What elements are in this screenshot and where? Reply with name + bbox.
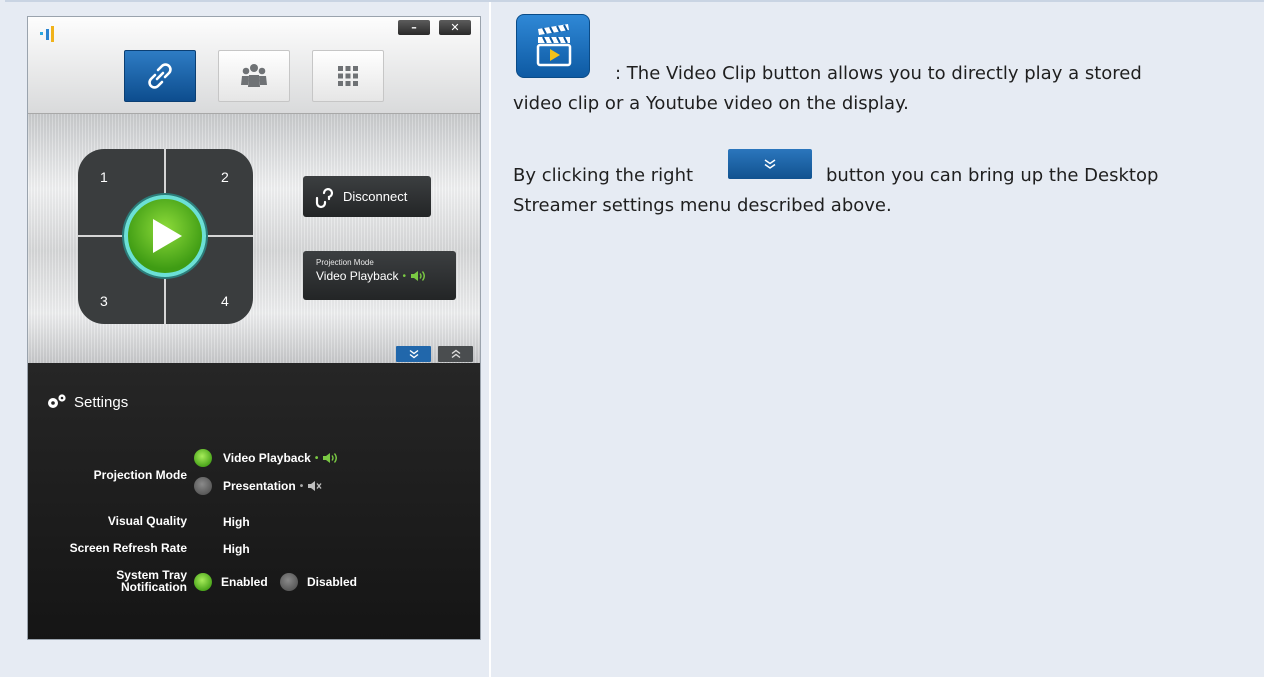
double-chevron-up-icon — [451, 349, 460, 359]
close-button[interactable]: ✕ — [439, 20, 471, 35]
tab-apps[interactable] — [312, 50, 384, 102]
option-presentation[interactable]: Presentation — [223, 479, 296, 493]
disconnect-button[interactable]: Disconnect — [303, 176, 431, 217]
option-disabled[interactable]: Disabled — [307, 575, 357, 589]
double-chevron-down-icon — [409, 349, 418, 359]
settings-header: Settings — [46, 393, 128, 411]
play-icon — [153, 219, 182, 253]
app-logo-icon — [40, 26, 54, 42]
paragraph-1-line-2: video clip or a Youtube video on the dis… — [513, 93, 909, 114]
title-bar: – ✕ — [28, 17, 480, 114]
projection-mode-title: Projection Mode — [316, 258, 374, 267]
paragraph-2-line-1a: By clicking the right — [513, 165, 694, 186]
projection-mode-indicator: Projection Mode Video Playback • — [303, 251, 456, 300]
speaker-muted-icon — [308, 481, 322, 491]
paragraph-1-line-1: : The Video Clip button allows you to di… — [615, 63, 1142, 84]
desktop-streamer-window: – ✕ 1 2 3 4 Disconnect Projection Mode V… — [27, 16, 481, 640]
system-tray-label-line2: Notification — [121, 580, 187, 594]
table-cell-right: : The Video Clip button allows you to di… — [497, 2, 1264, 677]
quadrant-2[interactable]: 2 — [221, 169, 229, 185]
visual-quality-label: Visual Quality — [107, 514, 187, 528]
disconnect-label: Disconnect — [343, 189, 408, 204]
minimize-button[interactable]: – — [398, 20, 430, 35]
projection-mode-value: Video Playback — [316, 269, 399, 283]
radio-enabled[interactable] — [194, 573, 212, 591]
play-button[interactable] — [124, 195, 206, 277]
link-icon — [148, 63, 172, 89]
screen-refresh-rate-label: Screen Refresh Rate — [69, 541, 187, 555]
video-clip-icon — [516, 14, 590, 78]
settings-title: Settings — [74, 393, 129, 411]
visual-quality-value[interactable]: High — [223, 515, 250, 529]
people-icon — [241, 64, 267, 87]
paragraph-2-line-1b: button you can bring up the Desktop — [826, 165, 1159, 186]
speaker-on-icon — [323, 453, 338, 463]
expand-settings-button-inline — [728, 149, 812, 179]
tab-connection[interactable] — [124, 50, 196, 102]
split-screen-pad: 1 2 3 4 — [78, 149, 253, 324]
separator-dot: • — [314, 452, 319, 464]
separator-dot: • — [299, 480, 304, 492]
paragraph-2-line-2: Streamer settings menu described above. — [513, 195, 892, 216]
clapperboard-icon — [536, 24, 572, 67]
grid-icon — [338, 66, 358, 86]
screen-refresh-rate-value[interactable]: High — [223, 542, 250, 556]
disconnect-icon — [315, 187, 334, 208]
quadrant-4[interactable]: 4 — [221, 293, 229, 309]
radio-disabled[interactable] — [280, 573, 298, 591]
settings-panel: Settings Projection Mode Video Playback … — [28, 363, 480, 639]
expand-settings-button[interactable] — [396, 346, 431, 362]
double-chevron-down-icon — [764, 159, 776, 169]
radio-presentation[interactable] — [194, 477, 212, 495]
speaker-on-icon — [411, 271, 425, 281]
option-video-playback[interactable]: Video Playback — [223, 451, 311, 465]
quadrant-3[interactable]: 3 — [100, 293, 108, 309]
tab-users[interactable] — [218, 50, 290, 102]
projection-mode-label: Projection Mode — [93, 468, 187, 482]
collapse-panel-button[interactable] — [438, 346, 473, 362]
radio-video-playback[interactable] — [194, 449, 212, 467]
gears-icon — [48, 394, 66, 408]
main-panel: 1 2 3 4 Disconnect Projection Mode Video… — [28, 114, 480, 363]
quadrant-1[interactable]: 1 — [100, 169, 108, 185]
option-enabled[interactable]: Enabled — [221, 575, 268, 589]
table-cell-left: – ✕ 1 2 3 4 Disconnect Projection Mode V… — [5, 2, 491, 677]
system-tray-label: System Tray Notification — [116, 569, 187, 593]
separator-dot: • — [402, 270, 407, 282]
